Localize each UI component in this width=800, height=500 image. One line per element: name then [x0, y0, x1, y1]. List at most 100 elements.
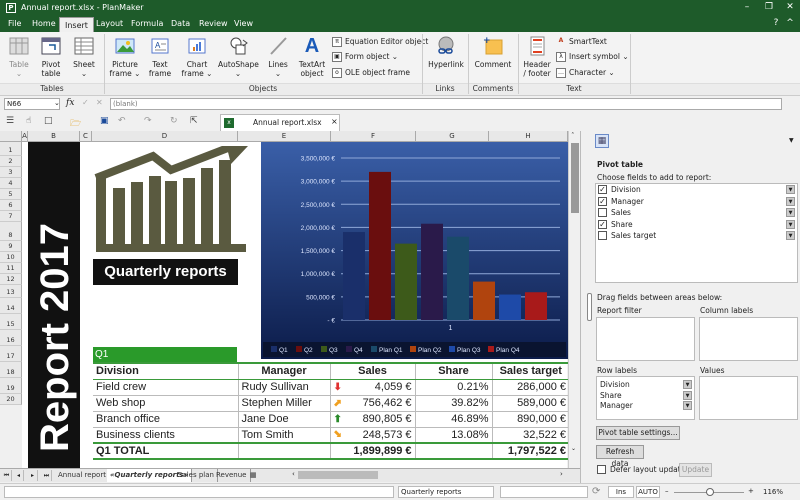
row-header[interactable]: 7	[0, 211, 22, 222]
tab-view[interactable]: View	[229, 16, 258, 32]
cell-reference-box[interactable]: N66	[4, 98, 60, 110]
field-checkbox[interactable]	[598, 208, 607, 217]
form-object-button[interactable]: ▣ Form object ⌄	[332, 51, 398, 63]
restore-button[interactable]: ❐	[762, 2, 776, 12]
select-objects-icon[interactable]: ⇱	[190, 116, 198, 126]
cell-target[interactable]: 589,000 €	[491, 395, 569, 412]
row-labels-area[interactable]: Division ▼ Share ▼ Manager ▼	[596, 376, 695, 420]
field-dropdown-icon[interactable]: ▼	[786, 196, 795, 206]
table-row[interactable]: Branch office Jane Doe ⬆ 890,805 € 46.89…	[93, 411, 569, 428]
row-header[interactable]: 12	[0, 274, 22, 285]
insert-symbol-button[interactable]: λ Insert symbol ⌄	[556, 51, 629, 63]
character-button[interactable]: … Character ⌄	[556, 67, 615, 79]
header-footer-button[interactable]: Header / footer	[522, 35, 552, 78]
row-header[interactable]: 11	[0, 263, 22, 274]
new-document-icon[interactable]: □	[44, 116, 53, 126]
values-area[interactable]	[699, 376, 798, 420]
formula-input[interactable]: (blank)	[110, 98, 782, 110]
sheet-tab-revenue[interactable]: Revenue	[213, 469, 251, 482]
collapse-ribbon-button[interactable]: ^	[783, 18, 797, 28]
total-target[interactable]: 1,797,522 €	[491, 442, 569, 460]
cell-share[interactable]: 0.21%	[414, 379, 492, 396]
cell-share[interactable]: 46.89%	[414, 411, 492, 428]
autoshape-button[interactable]: AutoShape ⌄	[218, 35, 259, 78]
tab-home[interactable]: Home	[27, 16, 61, 32]
document-tab[interactable]: x Annual report.xlsx ×	[220, 114, 340, 131]
row-header[interactable]: 6	[0, 200, 22, 211]
pivot-field-item[interactable]: Sales ▼	[596, 207, 797, 219]
function-icon[interactable]: fx	[66, 98, 74, 108]
row-header[interactable]: 18	[0, 362, 22, 378]
cell-target[interactable]: 890,000 €	[491, 411, 569, 428]
pivot-field-item[interactable]: ✓ Manager ▼	[596, 196, 797, 208]
text-frame-button[interactable]: A Text frame	[146, 35, 174, 78]
scroll-up-icon[interactable]: ˆ	[571, 132, 575, 140]
tab-formula[interactable]: Formula	[126, 16, 168, 32]
field-dropdown-icon[interactable]: ▼	[786, 208, 795, 217]
field-dropdown-icon[interactable]: ▼	[786, 231, 795, 240]
cell-manager[interactable]: Jane Doe	[237, 411, 330, 428]
tab-review[interactable]: Review	[194, 16, 233, 32]
auto-mode-toggle[interactable]: AUTO	[636, 486, 660, 498]
column-header-f[interactable]: F	[331, 131, 416, 142]
row-field-item[interactable]: Division ▼	[597, 379, 694, 390]
sheet-button[interactable]: Sheet ⌄	[70, 35, 98, 78]
row-header[interactable]: 2	[0, 156, 22, 167]
cell-sales[interactable]: 890,805 €	[346, 411, 415, 428]
row-field-item[interactable]: Manager ▼	[597, 400, 694, 411]
repeat-icon[interactable]: ↻	[170, 116, 178, 126]
equation-editor-button[interactable]: π Equation Editor object	[332, 36, 428, 48]
total-sales[interactable]: 1,899,899 €	[329, 442, 415, 460]
field-checkbox[interactable]: ✓	[598, 196, 607, 206]
row-header[interactable]: 3	[0, 167, 22, 178]
row-field-item[interactable]: Share ▼	[597, 390, 694, 401]
redo-icon[interactable]: ↷	[144, 116, 152, 126]
update-button[interactable]: Update	[679, 463, 712, 477]
cell-division[interactable]: Web shop	[93, 395, 238, 412]
cell-division[interactable]: Branch office	[93, 411, 238, 428]
row-header[interactable]: 19	[0, 378, 22, 394]
chart-frame-button[interactable]: Chart frame ⌄	[180, 35, 214, 78]
pivot-settings-button[interactable]: Pivot table settings...	[596, 426, 680, 440]
row-header[interactable]: 10	[0, 252, 22, 263]
comment-button[interactable]: + Comment	[472, 35, 514, 69]
row-header[interactable]: 1	[0, 142, 22, 156]
row-header[interactable]: 4	[0, 178, 22, 189]
row-header[interactable]: 17	[0, 346, 22, 362]
sheet-tab-annual-report[interactable]: Annual report	[55, 469, 110, 482]
column-header-b[interactable]: B	[28, 131, 80, 142]
close-document-icon[interactable]: ×	[331, 117, 338, 126]
refresh-data-button[interactable]: Refresh data	[596, 445, 644, 468]
field-dropdown-icon[interactable]: ▼	[786, 185, 795, 194]
cell-share[interactable]: 39.82%	[414, 395, 492, 412]
defer-update-checkbox[interactable]	[597, 465, 606, 474]
next-sheet-button[interactable]: ▸	[28, 470, 38, 481]
row-field-dropdown-icon[interactable]: ▼	[683, 401, 692, 410]
ole-object-button[interactable]: o OLE object frame	[332, 67, 410, 79]
report-filter-area[interactable]	[596, 317, 695, 361]
vertical-scrollbar[interactable]: ˆ ⌄	[568, 131, 580, 468]
pivot-field-item[interactable]: ✓ Division ▼	[596, 184, 797, 196]
confirm-icon[interactable]: ✓	[82, 98, 89, 107]
column-header-c[interactable]: C	[80, 131, 92, 142]
cell-sales[interactable]: 248,573 €	[346, 427, 415, 444]
cell-manager[interactable]: Stephen Miller	[237, 395, 330, 412]
tab-data[interactable]: Data	[166, 16, 195, 32]
picture-frame-button[interactable]: Picture frame ⌄	[108, 35, 142, 78]
select-all-corner[interactable]	[0, 131, 22, 142]
scroll-left-icon[interactable]: ‹	[292, 470, 295, 478]
minimize-button[interactable]: –	[740, 2, 754, 12]
panel-splitter-handle[interactable]	[587, 293, 592, 321]
total-manager-empty[interactable]	[237, 442, 330, 460]
column-header-h[interactable]: H	[489, 131, 568, 142]
tab-insert[interactable]: Insert	[59, 17, 94, 32]
cell-target[interactable]: 32,522 €	[491, 427, 569, 444]
last-sheet-button[interactable]: ⏭	[42, 470, 52, 481]
lines-button[interactable]: Lines ⌄	[264, 35, 292, 78]
zoom-out-button[interactable]: –	[665, 487, 669, 495]
close-button[interactable]: ✕	[783, 2, 797, 12]
row-field-dropdown-icon[interactable]: ▼	[683, 390, 692, 400]
zoom-in-button[interactable]: +	[748, 487, 754, 495]
tab-file[interactable]: File	[3, 16, 26, 32]
cell-division[interactable]: Field crew	[93, 379, 238, 396]
